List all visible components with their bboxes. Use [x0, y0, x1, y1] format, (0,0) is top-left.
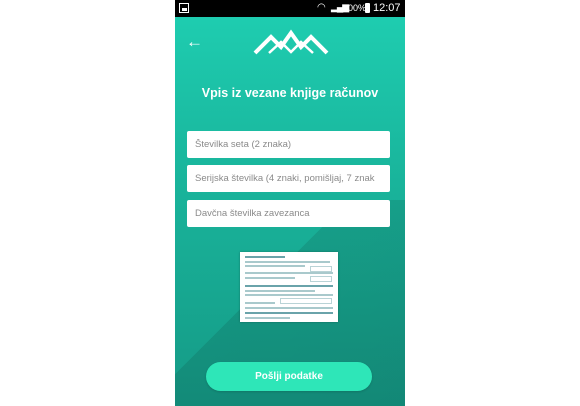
battery-icon [365, 3, 370, 13]
battery-percent: 100% [343, 3, 367, 13]
clock: 12:07 [373, 2, 401, 14]
page-title: Vpis iz vezane knjige računov [201, 86, 379, 100]
set-number-input[interactable] [187, 131, 390, 158]
tax-number-input[interactable] [187, 200, 390, 227]
serial-number-input[interactable] [187, 165, 390, 192]
screenshot-icon [179, 3, 189, 13]
send-data-button[interactable]: Pošlji podatke [206, 362, 372, 391]
mountains-logo-icon [253, 29, 329, 55]
wifi-icon: ◠ [317, 2, 326, 13]
receipt-book-example-image [240, 252, 338, 322]
status-bar: ◠ ▂▄▆ 100% 12:07 [175, 0, 405, 17]
back-arrow-icon[interactable]: ← [186, 33, 203, 50]
phone-screen: ◠ ▂▄▆ 100% 12:07 ← Vpis iz vezane knjige… [175, 0, 405, 406]
